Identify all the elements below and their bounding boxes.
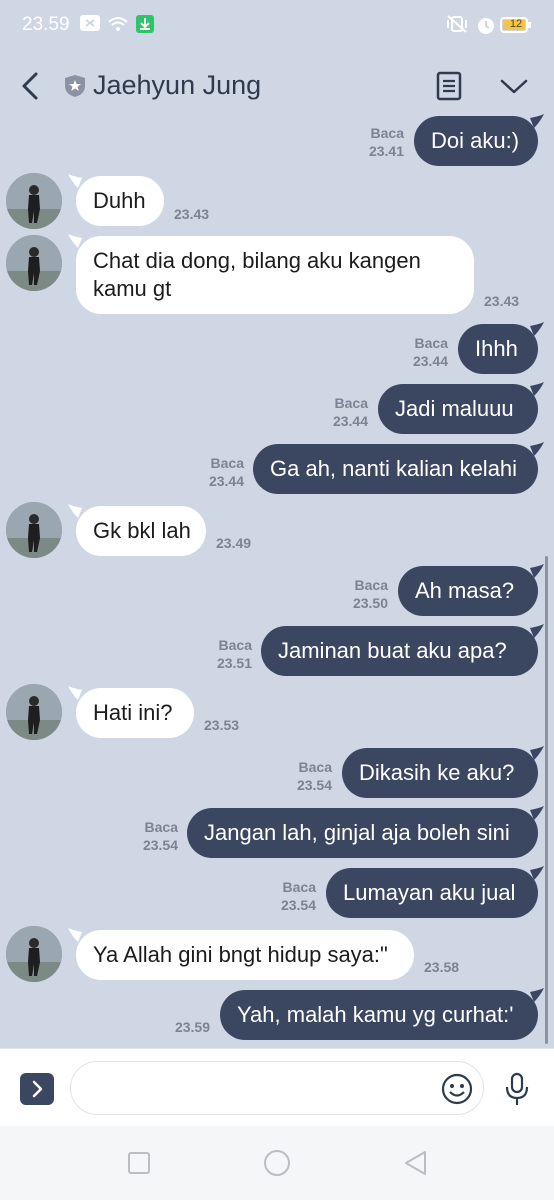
wifi-icon bbox=[108, 17, 128, 31]
message-time: 23.54 bbox=[142, 837, 178, 853]
scrollbar[interactable] bbox=[545, 556, 548, 1044]
notes-icon[interactable] bbox=[434, 70, 464, 102]
message-time: 23.44 bbox=[412, 353, 448, 369]
avatar[interactable] bbox=[6, 684, 62, 740]
avatar[interactable] bbox=[6, 926, 62, 982]
bubble-tail bbox=[530, 624, 544, 638]
nav-square-icon[interactable] bbox=[124, 1148, 154, 1178]
message-line: Chat dia dong, bilang aku kangen bbox=[93, 248, 421, 273]
read-receipt: Baca bbox=[298, 759, 332, 775]
avatar[interactable] bbox=[6, 235, 62, 291]
alarm-icon bbox=[478, 18, 494, 34]
read-receipt: Baca bbox=[144, 819, 178, 835]
download-icon bbox=[136, 15, 154, 33]
bubble-tail bbox=[530, 382, 544, 396]
avatar[interactable] bbox=[6, 502, 62, 558]
emoji-icon[interactable] bbox=[440, 1072, 474, 1106]
message-line: kamu gt bbox=[93, 276, 172, 301]
message-bubble[interactable]: Yah, malah kamu yg curhat:' bbox=[220, 990, 538, 1040]
message-time: 23.49 bbox=[216, 535, 252, 551]
read-receipt: Baca bbox=[218, 637, 252, 653]
message-bubble[interactable]: Chat dia dong, bilang aku kangen kamu gt bbox=[76, 236, 474, 314]
message-bubble[interactable]: Doi aku:) bbox=[414, 116, 538, 166]
bubble-tail bbox=[530, 322, 544, 336]
message-time: 23.41 bbox=[368, 143, 404, 159]
mute-vibrate-icon bbox=[447, 15, 467, 33]
back-arrow-icon[interactable] bbox=[14, 66, 48, 106]
chevron-down-icon[interactable] bbox=[498, 74, 530, 98]
message-bubble[interactable]: Hati ini? bbox=[76, 688, 194, 738]
microphone-icon[interactable] bbox=[502, 1071, 532, 1107]
bubble-tail bbox=[530, 806, 544, 820]
message-bubble[interactable]: Jaminan buat aku apa? bbox=[261, 626, 538, 676]
message-bubble[interactable]: Ya Allah gini bngt hidup saya:" bbox=[76, 930, 414, 980]
message-input-bar bbox=[0, 1048, 554, 1126]
battery-level: 12 bbox=[509, 18, 523, 30]
chevron-right-icon bbox=[32, 1080, 43, 1098]
message-time: 23.51 bbox=[216, 655, 252, 671]
bubble-tail bbox=[530, 114, 544, 128]
bubble-tail bbox=[530, 866, 544, 880]
nav-triangle-icon[interactable] bbox=[400, 1148, 430, 1178]
message-bubble[interactable]: Lumayan aku jual bbox=[326, 868, 538, 918]
nav-circle-icon[interactable] bbox=[262, 1148, 292, 1178]
message-time: 23.43 bbox=[174, 206, 210, 222]
bubble-tail bbox=[530, 564, 544, 578]
avatar[interactable] bbox=[6, 173, 62, 229]
status-bar: 23.59 12 bbox=[0, 0, 554, 44]
message-bubble[interactable]: Duhh bbox=[76, 176, 164, 226]
chat-header: Jaehyun Jung bbox=[0, 44, 554, 126]
message-time: 23.59 bbox=[174, 1019, 210, 1035]
message-time: 23.58 bbox=[424, 959, 460, 975]
message-bubble[interactable]: Gk bkl lah bbox=[76, 506, 206, 556]
read-receipt: Baca bbox=[334, 395, 368, 411]
message-time: 23.44 bbox=[208, 473, 244, 489]
message-bubble[interactable]: Ihhh bbox=[458, 324, 538, 374]
read-receipt: Baca bbox=[210, 455, 244, 471]
message-time: 23.54 bbox=[280, 897, 316, 913]
message-time: 23.43 bbox=[484, 293, 520, 309]
message-bubble[interactable]: Jadi maluuu bbox=[378, 384, 538, 434]
status-time: 23.59 bbox=[22, 14, 70, 35]
message-bubble[interactable]: Jangan lah, ginjal aja boleh sini bbox=[187, 808, 538, 858]
read-receipt: Baca bbox=[370, 125, 404, 141]
message-time: 23.54 bbox=[296, 777, 332, 793]
message-time: 23.50 bbox=[352, 595, 388, 611]
bubble-tail bbox=[530, 988, 544, 1002]
system-nav-bar bbox=[0, 1126, 554, 1200]
message-input[interactable] bbox=[70, 1061, 484, 1115]
read-receipt: Baca bbox=[282, 879, 316, 895]
message-bubble[interactable]: Ga ah, nanti kalian kelahi bbox=[253, 444, 538, 494]
notification-icon bbox=[80, 15, 100, 31]
chat-title: Jaehyun Jung bbox=[93, 70, 262, 100]
message-time: 23.44 bbox=[332, 413, 368, 429]
message-bubble[interactable]: Ah masa? bbox=[398, 566, 538, 616]
message-bubble[interactable]: Dikasih ke aku? bbox=[342, 748, 538, 798]
shield-icon bbox=[65, 75, 85, 97]
bubble-tail bbox=[530, 746, 544, 760]
bubble-tail bbox=[530, 442, 544, 456]
message-time: 23.53 bbox=[204, 717, 240, 733]
read-receipt: Baca bbox=[354, 577, 388, 593]
expand-button[interactable] bbox=[20, 1073, 54, 1105]
read-receipt: Baca bbox=[414, 335, 448, 351]
